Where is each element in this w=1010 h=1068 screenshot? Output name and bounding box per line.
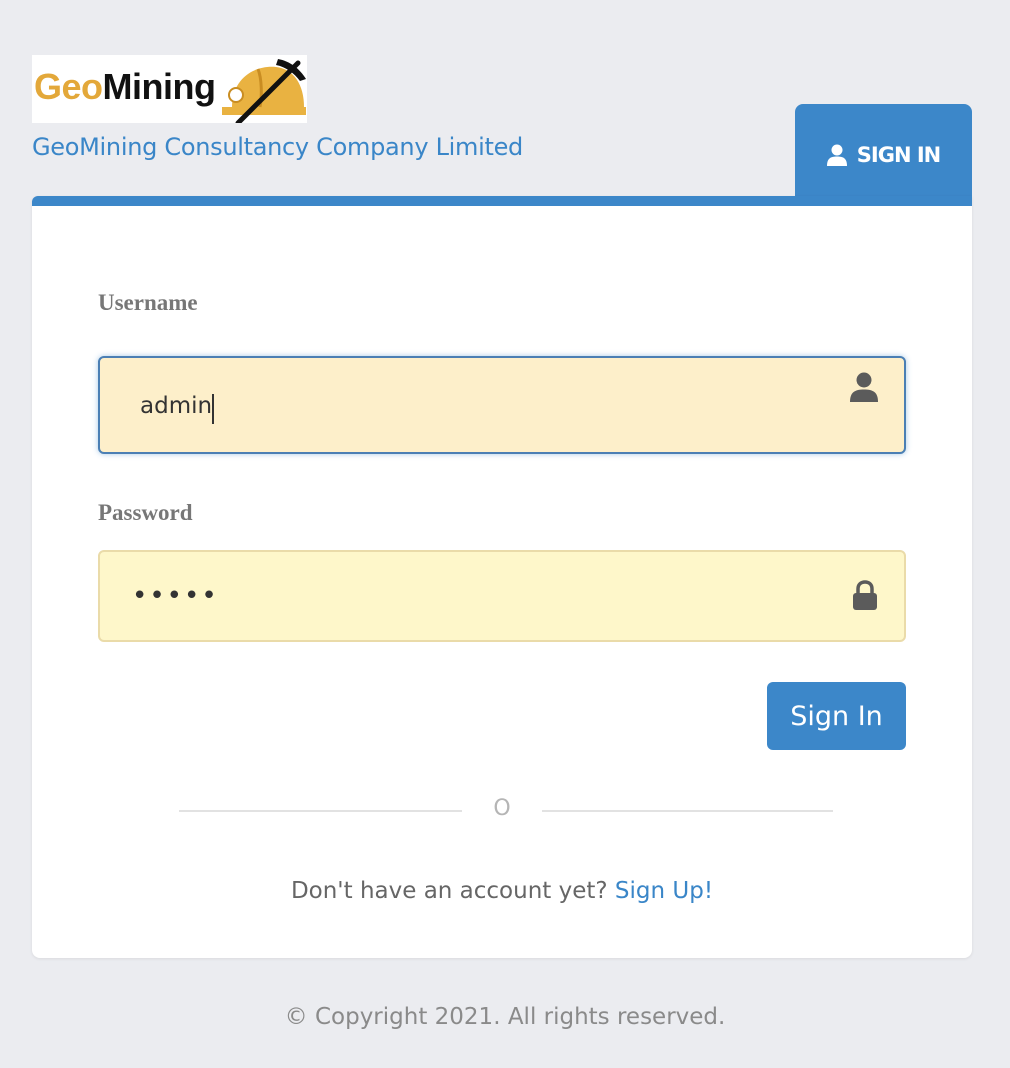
user-icon: [826, 144, 847, 166]
tab-sign-in[interactable]: SIGN IN: [795, 104, 972, 206]
divider-text: O: [493, 796, 511, 821]
username-field[interactable]: [98, 356, 906, 454]
username-label: Username: [98, 290, 198, 315]
divider-right: [542, 810, 833, 812]
divider-left: [179, 810, 462, 812]
signup-row: Don't have an account yet? Sign Up!: [32, 878, 972, 904]
tab-sign-in-label: SIGN IN: [856, 143, 941, 167]
signup-prompt: Don't have an account yet?: [290, 878, 608, 904]
company-name: GeoMining Consultancy Company Limited: [32, 133, 523, 161]
text-caret: [212, 394, 214, 424]
password-input[interactable]: [100, 552, 904, 640]
sign-in-button[interactable]: Sign In: [767, 682, 906, 750]
login-card: Username Password Sign In O Don't have a…: [32, 196, 972, 958]
copyright: © Copyright 2021. All rights reserved.: [284, 1004, 726, 1030]
user-icon: [850, 372, 878, 402]
lock-icon: [853, 580, 877, 610]
hardhat-pickaxe-icon: [222, 59, 306, 123]
logo: GeoMining: [32, 55, 307, 123]
sign-up-link[interactable]: Sign Up!: [615, 878, 713, 904]
username-input[interactable]: [100, 358, 904, 452]
password-label: Password: [98, 500, 193, 525]
logo-text: GeoMining: [34, 66, 216, 107]
password-field[interactable]: [98, 550, 906, 642]
